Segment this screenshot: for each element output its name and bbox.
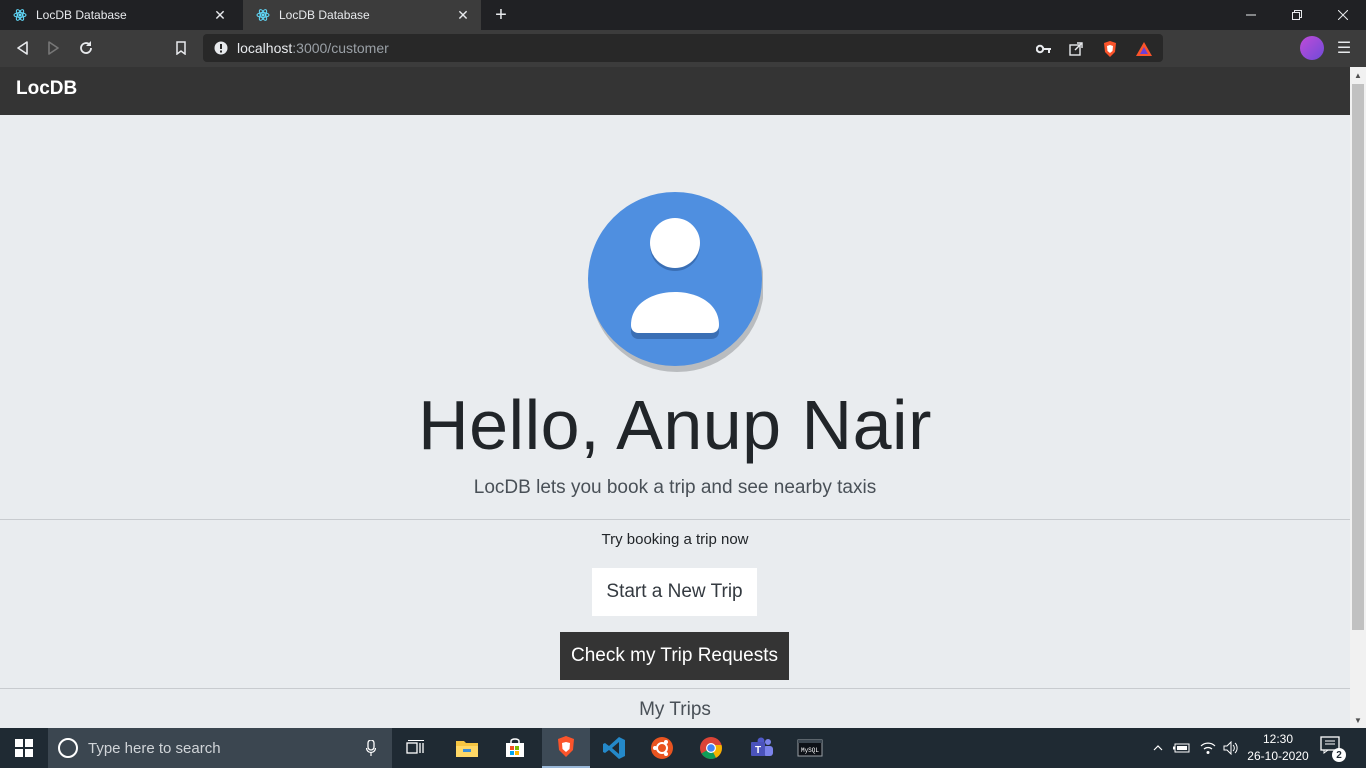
window-close-icon[interactable] (1320, 0, 1366, 30)
brave-shields-icon[interactable] (1101, 40, 1119, 58)
url-host: localhost (237, 40, 293, 56)
mysql-icon[interactable]: MySQL (786, 728, 834, 768)
react-icon (12, 7, 28, 23)
divider (0, 519, 1350, 520)
teams-icon[interactable]: T (737, 728, 785, 768)
navbar-brand[interactable]: LocDB (16, 78, 77, 100)
clock-time: 12:30 (1262, 732, 1294, 746)
wifi-icon[interactable] (1198, 728, 1218, 768)
tab-strip: LocDB Database ✕ LocDB Database ✕ + (0, 0, 1366, 30)
booking-prompt: Try booking a trip now (601, 531, 749, 548)
lead-text: LocDB lets you book a trip and see nearb… (473, 477, 877, 498)
menu-icon[interactable]: ☰ (1334, 37, 1354, 59)
new-tab-button[interactable]: + (488, 4, 514, 26)
tab-locdb-1[interactable]: LocDB Database ✕ (0, 0, 238, 30)
svg-text:MySQL: MySQL (801, 747, 819, 754)
brave-icon[interactable] (542, 728, 590, 768)
battery-icon[interactable] (1172, 728, 1192, 768)
task-view-icon[interactable] (392, 728, 440, 768)
scrollbar-thumb[interactable] (1352, 84, 1364, 630)
notification-count-badge: 2 (1332, 748, 1346, 762)
tab-title: LocDB Database (279, 8, 370, 22)
scroll-up-icon[interactable]: ▲ (1350, 67, 1366, 83)
site-navbar: LocDB (0, 67, 1350, 115)
back-icon[interactable] (9, 35, 35, 61)
chrome-icon[interactable] (687, 728, 735, 768)
divider (0, 688, 1350, 689)
restore-icon[interactable] (1274, 0, 1320, 30)
scroll-down-icon[interactable]: ▼ (1350, 712, 1366, 728)
store-icon[interactable] (491, 728, 539, 768)
key-icon[interactable] (1035, 40, 1053, 58)
check-trip-requests-button[interactable]: Check my Trip Requests (560, 632, 789, 680)
minimize-icon[interactable] (1228, 0, 1274, 30)
tab-title: LocDB Database (36, 8, 127, 22)
react-icon (255, 7, 271, 23)
windows-taskbar: Type here to search T MySQL 12:30 26-10-… (0, 728, 1366, 768)
taskbar-search-box[interactable]: Type here to search (48, 728, 392, 768)
volume-icon[interactable] (1221, 728, 1241, 768)
file-explorer-icon[interactable] (443, 728, 491, 768)
search-placeholder: Type here to search (88, 739, 221, 757)
reload-icon[interactable] (73, 35, 99, 61)
close-icon[interactable]: ✕ (455, 7, 471, 23)
windows-start-icon[interactable] (0, 728, 48, 768)
forward-icon[interactable] (41, 35, 67, 61)
share-icon[interactable] (1067, 40, 1085, 58)
ubuntu-icon[interactable] (638, 728, 686, 768)
bookmark-icon[interactable] (168, 35, 194, 61)
svg-text:T: T (755, 745, 761, 756)
browser-toolbar: localhost:3000/customer ☰ (0, 30, 1366, 67)
microphone-icon[interactable] (364, 739, 378, 757)
url-path: :3000/customer (292, 40, 389, 56)
my-trips-heading: My Trips (639, 699, 711, 720)
tab-locdb-2[interactable]: LocDB Database ✕ (243, 0, 481, 30)
system-clock[interactable]: 12:30 26-10-2020 (1246, 731, 1310, 765)
start-new-trip-button[interactable]: Start a New Trip (592, 568, 757, 616)
page-content: LocDB Hello, Anup Nair LocDB lets you bo… (0, 67, 1350, 728)
profile-avatar-icon[interactable] (1300, 36, 1324, 60)
info-icon[interactable] (213, 40, 229, 56)
clock-date: 26-10-2020 (1247, 749, 1309, 763)
brave-rewards-icon[interactable] (1135, 40, 1153, 58)
vscode-icon[interactable] (590, 728, 638, 768)
show-hidden-icons-icon[interactable] (1150, 728, 1166, 768)
address-bar[interactable]: localhost:3000/customer (203, 34, 1163, 62)
page-scrollbar[interactable]: ▲ ▼ (1350, 67, 1366, 728)
user-avatar-icon (587, 191, 764, 373)
cortana-icon (58, 738, 78, 758)
close-icon[interactable]: ✕ (212, 7, 228, 23)
greeting-heading: Hello, Anup Nair (418, 386, 932, 464)
